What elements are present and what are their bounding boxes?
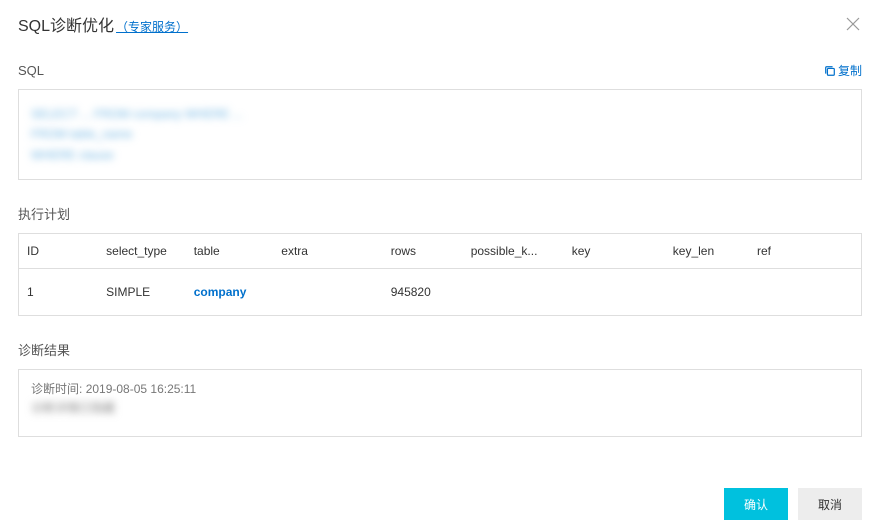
sql-section-header: SQL 复制	[18, 62, 862, 79]
diagnosis-content-box: 诊断时间: 2019-08-05 16:25:11 诊断详情已隐藏	[18, 369, 862, 437]
diagnosis-section-header: 诊断结果	[18, 340, 862, 359]
sql-diagnosis-modal: SQL诊断优化 （专家服务） SQL 复制 SELECT ... FROM co…	[0, 0, 880, 532]
plan-section-header: 执行计划	[18, 204, 862, 223]
expert-service-link[interactable]: （专家服务）	[116, 18, 188, 35]
col-extra: extra	[273, 234, 382, 269]
modal-body: SQL 复制 SELECT ... FROM company WHERE ...…	[18, 42, 862, 470]
sql-line-2: FROM table_name	[31, 124, 849, 144]
col-possible-keys: possible_k...	[463, 234, 564, 269]
sql-line-3: WHERE clause	[31, 145, 849, 165]
diagnosis-time-value: 2019-08-05 16:25:11	[86, 382, 197, 396]
cell-ref	[749, 269, 861, 316]
cancel-button[interactable]: 取消	[798, 488, 862, 520]
table-row: 1 SIMPLE company 945820	[19, 269, 861, 316]
cell-extra	[273, 269, 382, 316]
sql-section-title: SQL	[18, 63, 44, 78]
col-id: ID	[19, 234, 98, 269]
cell-key-len	[665, 269, 749, 316]
cell-rows: 945820	[383, 269, 463, 316]
col-ref: ref	[749, 234, 861, 269]
cell-id: 1	[19, 269, 98, 316]
sql-line-1: SELECT ... FROM company WHERE ...	[31, 104, 849, 124]
modal-footer: 确认 取消	[18, 470, 862, 520]
execution-plan-table: ID select_type table extra rows possible…	[18, 233, 862, 316]
col-key-len: key_len	[665, 234, 749, 269]
copy-icon	[824, 65, 836, 77]
cell-table-link[interactable]: company	[186, 269, 274, 316]
sql-content-box: SELECT ... FROM company WHERE ... FROM t…	[18, 89, 862, 180]
col-rows: rows	[383, 234, 463, 269]
copy-label: 复制	[838, 62, 862, 79]
plan-section-title: 执行计划	[18, 204, 70, 223]
col-key: key	[564, 234, 665, 269]
modal-title: SQL诊断优化	[18, 12, 114, 36]
close-button[interactable]	[844, 15, 862, 33]
cell-select-type: SIMPLE	[98, 269, 186, 316]
diagnosis-section-title: 诊断结果	[18, 340, 70, 359]
cell-possible-keys	[463, 269, 564, 316]
diagnosis-time-line: 诊断时间: 2019-08-05 16:25:11	[31, 380, 849, 399]
close-icon	[846, 17, 860, 31]
modal-title-wrap: SQL诊断优化 （专家服务）	[18, 12, 188, 36]
col-table: table	[186, 234, 274, 269]
table-header-row: ID select_type table extra rows possible…	[19, 234, 861, 269]
diagnosis-time-label: 诊断时间:	[31, 382, 82, 396]
diagnosis-detail-obscured: 诊断详情已隐藏	[31, 399, 849, 418]
copy-button[interactable]: 复制	[824, 62, 862, 79]
cell-key	[564, 269, 665, 316]
modal-header: SQL诊断优化 （专家服务）	[18, 12, 862, 42]
confirm-button[interactable]: 确认	[724, 488, 788, 520]
col-select-type: select_type	[98, 234, 186, 269]
